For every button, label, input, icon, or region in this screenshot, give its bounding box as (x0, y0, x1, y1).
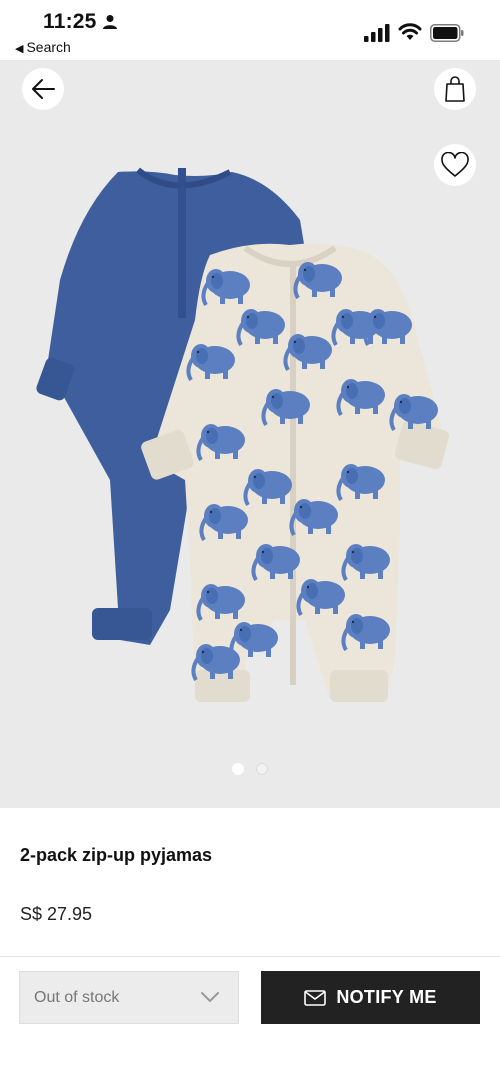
battery-icon (430, 24, 464, 42)
back-app-label: Search (26, 39, 71, 55)
product-price: S$ 27.95 (20, 904, 93, 924)
back-to-app-link[interactable]: ◀ Search (15, 39, 71, 55)
size-stock-select[interactable]: Out of stock (19, 971, 239, 1024)
person-icon (103, 15, 117, 29)
shopping-bag-icon (445, 76, 465, 102)
product-image-gallery[interactable] (0, 60, 500, 808)
status-bar: 11:25 ◀ Search (0, 0, 500, 60)
bottom-action-bar: Out of stock NOTIFY ME (0, 956, 500, 1080)
carousel-indicator (0, 763, 500, 775)
back-button[interactable] (22, 68, 64, 110)
carousel-dot-2[interactable] (256, 763, 268, 775)
chevron-down-icon (201, 992, 219, 1002)
shopping-bag-button[interactable] (434, 68, 476, 110)
carousel-dot-1[interactable] (232, 763, 244, 775)
back-triangle-icon: ◀ (15, 43, 24, 55)
cellular-signal-icon (364, 24, 390, 42)
notify-me-label: NOTIFY ME (336, 987, 437, 1007)
heart-icon (441, 152, 469, 177)
wifi-icon (398, 23, 422, 40)
product-title: 2-pack zip-up pyjamas (20, 845, 213, 865)
envelope-icon (304, 989, 327, 1006)
product-photo (36, 167, 450, 702)
stock-status-label: Out of stock (34, 988, 120, 1006)
notify-me-button[interactable]: NOTIFY ME (261, 971, 480, 1024)
arrow-left-icon (32, 79, 55, 99)
favorite-button[interactable] (434, 144, 476, 186)
status-time: 11:25 (43, 10, 97, 33)
